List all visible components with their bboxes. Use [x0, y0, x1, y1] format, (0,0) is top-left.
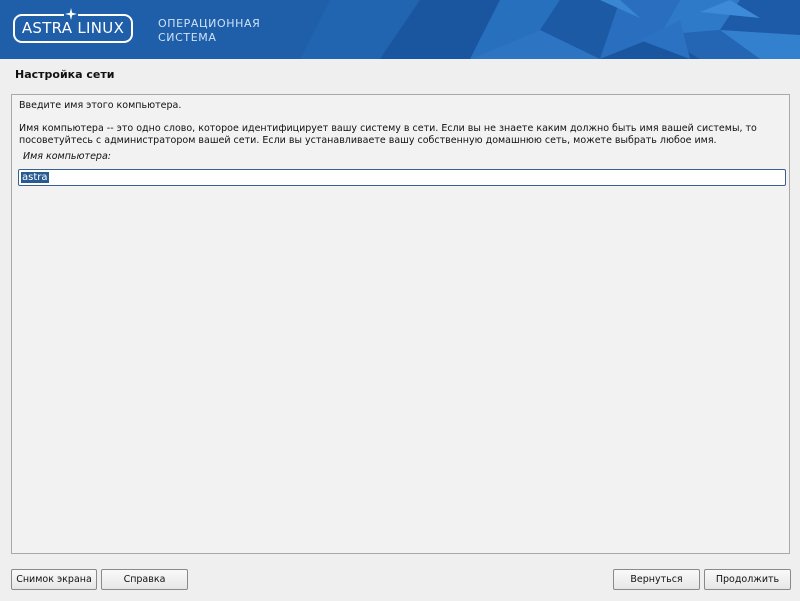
subtitle-line-1: ОПЕРАЦИОННАЯ: [158, 17, 261, 30]
header-subtitle: ОПЕРАЦИОННАЯ СИСТЕМА: [158, 17, 260, 45]
hostname-input[interactable]: astra: [18, 169, 786, 186]
back-button[interactable]: Вернуться: [613, 569, 700, 590]
logo-text: ASTRA LINUX: [21, 19, 125, 37]
description-text: Имя компьютера -- это одно слово, которо…: [19, 123, 757, 146]
astra-linux-logo: ASTRA LINUX: [13, 7, 133, 43]
screenshot-button[interactable]: Снимок экрана: [11, 569, 97, 590]
page-title: Настройка сети: [15, 68, 115, 81]
prompt-text: Введите имя этого компьютера.: [19, 100, 182, 111]
continue-button[interactable]: Продолжить: [704, 569, 791, 590]
hostname-field-label: Имя компьютера:: [23, 151, 111, 162]
content-panel: Введите имя этого компьютера. Имя компью…: [11, 94, 790, 554]
hostname-value: astra: [21, 172, 49, 183]
subtitle-line-2: СИСТЕМА: [158, 31, 217, 44]
help-button[interactable]: Справка: [101, 569, 188, 590]
header-banner: ASTRA LINUX ОПЕРАЦИОННАЯ СИСТЕМА: [0, 0, 800, 59]
